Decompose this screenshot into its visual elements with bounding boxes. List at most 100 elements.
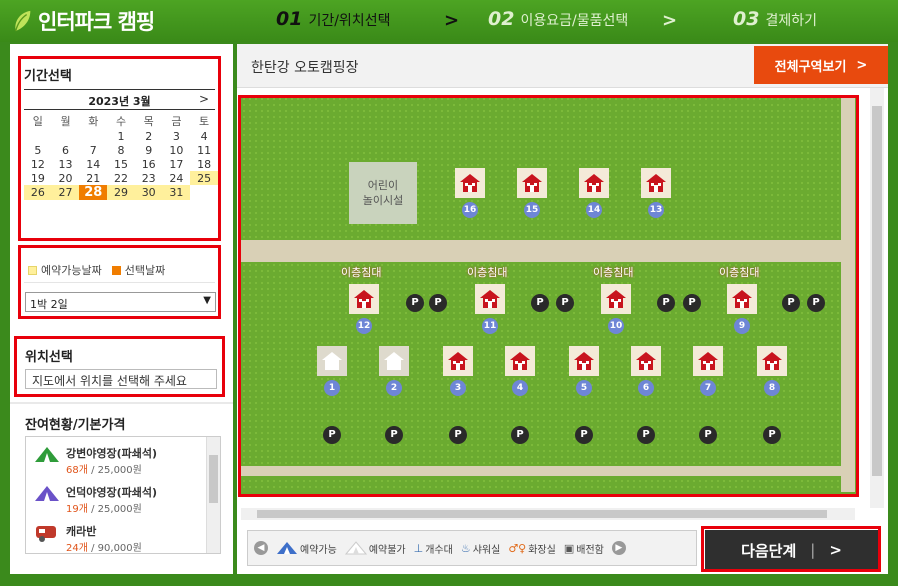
legend-prev-button[interactable]: ◀ [254,541,268,555]
map-horizontal-scrollbar[interactable] [241,508,855,520]
selected-swatch [111,265,121,275]
campsite[interactable] [475,284,505,314]
house-icon [354,290,374,308]
campsite[interactable] [349,284,379,314]
legend-next-button[interactable]: ▶ [611,541,626,555]
campsite[interactable] [693,346,723,376]
parking-icon: P [575,426,593,444]
calendar-day: 5 [34,143,42,157]
item-count: 19개 [66,504,88,515]
parking-icon: P [763,426,781,444]
campsite[interactable] [455,168,485,198]
road-vertical [841,96,855,492]
calendar-day: 9 [145,143,153,157]
legend-available-label: 예약가능날짜 [41,264,102,277]
calendar-day[interactable]: 26 [24,185,52,200]
legend-shower: ♨ 샤워실 [461,541,500,556]
list-scrollbar[interactable] [206,437,220,553]
campsite[interactable] [317,346,347,376]
house-icon [646,174,666,192]
main-panel: 한탄강 오토캠핑장 전체구역보기 > 어린이 놀이시설 16 15 14 13 이층침대… [237,44,888,574]
legend-selected-label: 선택날짜 [124,264,166,277]
calendar-day: 3 [172,129,180,143]
stay-section: 예약가능날짜 선택날짜 1박 2일 ▼ [18,245,221,319]
road-bottom [241,466,855,476]
caravan-icon [36,526,56,542]
campsite[interactable] [505,346,535,376]
stay-select[interactable]: 1박 2일 ▼ [25,292,216,312]
divider: | [810,541,816,559]
legend-unavailable: 예약불가 [344,541,406,556]
site-number-badge: 6 [638,380,654,396]
site-number-badge: 12 [356,318,372,334]
playground-label: 어린이 놀이시설 [362,179,404,207]
calendar-day[interactable]: 27 [51,185,80,200]
weekday-label: 월 [60,115,71,128]
site-number-badge: 10 [608,318,624,334]
site-number-badge: 11 [482,318,498,334]
campsite[interactable] [569,346,599,376]
house-icon [606,290,626,308]
bunk-bed-label: 이층침대 [467,266,508,279]
bunk-bed-label: 이층침대 [341,266,382,279]
calendar-day: 13 [58,157,73,171]
grass-zone-bottom [241,262,855,492]
step-3-num: 03 [733,8,760,30]
campsite-map[interactable]: 어린이 놀이시설 16 15 14 13 이층침대 12 이층침대 11 이층침대 10 이층침대 9… [241,96,859,496]
calendar-day[interactable]: 25 [190,171,218,185]
playground: 어린이 놀이시설 [349,162,417,224]
location-input[interactable]: 지도에서 위치를 선택해 주세요 [25,369,217,389]
site-number-badge: 13 [648,202,664,218]
step-1-num: 01 [276,8,303,30]
campsite[interactable] [443,346,473,376]
step-1-label: 기간/위치선택 [308,13,391,29]
step-chevron-1: > [444,10,460,31]
calendar-day: 16 [141,157,156,171]
calendar-day [190,185,218,200]
remaining-list[interactable]: 강변야영장(파쇄석) 68개 / 25,000원 언덕야영장(파쇄석) 19개 / … [25,436,221,554]
item-count: 68개 [66,465,88,476]
campsite[interactable] [631,346,661,376]
campsite[interactable] [727,284,757,314]
legend-sink: ⊥ 개수대 [414,541,453,556]
chevron-right-icon: > [856,57,868,73]
weekday-label: 금 [171,115,182,128]
calendar-day[interactable]: 28 [79,185,108,200]
house-icon [480,290,500,308]
item-price: / 90,000원 [87,543,142,554]
legend-reservable: 예약가능 [276,541,337,556]
location-title: 위치선택 [25,350,73,365]
tent-green-icon [35,447,59,462]
shower-icon: ♨ [460,541,471,555]
calendar-day: 18 [197,157,212,171]
item-price: / 25,000원 [87,465,142,476]
legend-available: 예약가능날짜 [28,262,102,278]
campsite[interactable] [641,168,671,198]
campsite[interactable] [757,346,787,376]
tent-blue-icon [277,542,297,554]
view-all-zones-button[interactable]: 전체구역보기 > [754,46,888,84]
bunk-bed-label: 이층침대 [719,266,760,279]
map-vertical-scrollbar[interactable] [870,88,884,508]
legend-toilet: ♂♀ 화장실 [508,541,556,556]
campsite[interactable] [379,346,409,376]
calendar-day[interactable]: 31 [162,185,191,200]
power-box-icon: ▣ [563,541,575,555]
step-3-label: 결제하기 [765,13,817,29]
road [241,240,855,262]
calendar-day[interactable]: 30 [134,185,163,200]
item-count: 24개 [66,543,88,554]
calendar-day: 15 [114,157,128,171]
house-icon [762,352,782,370]
next-month-button[interactable]: > [199,92,209,106]
campsite[interactable] [601,284,631,314]
site-number-badge: 8 [764,380,780,396]
campsite[interactable] [579,168,609,198]
next-step-button[interactable]: 다음단계 | > [705,530,878,570]
campsite[interactable] [517,168,547,198]
site-number-badge: 2 [386,380,402,396]
site-number-badge: 4 [512,380,528,396]
site-number-badge: 16 [462,202,478,218]
calendar-day[interactable]: 29 [107,185,135,200]
calendar-day [52,129,80,143]
